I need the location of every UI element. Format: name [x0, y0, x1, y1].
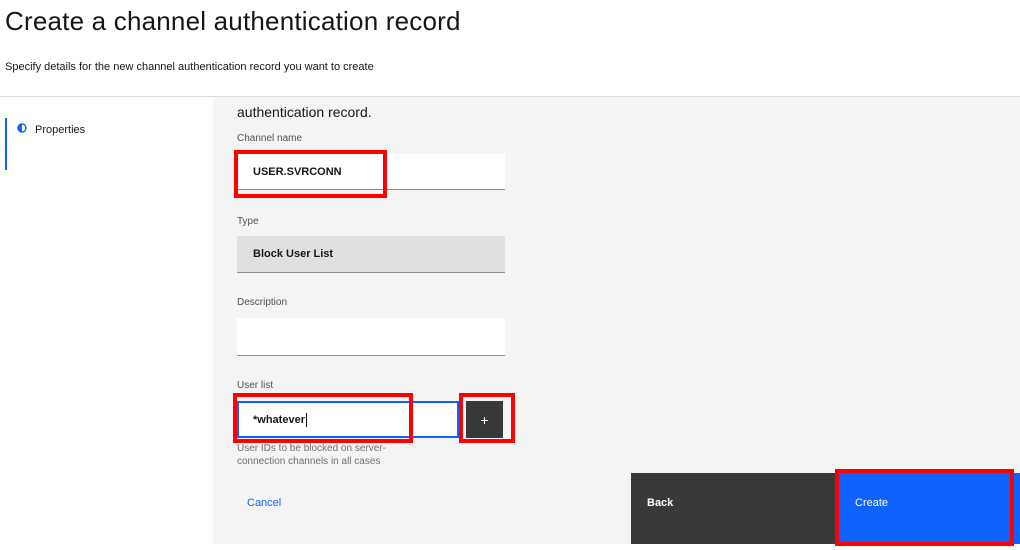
- user-list-input[interactable]: *whatever: [237, 401, 459, 438]
- add-user-button[interactable]: +: [466, 401, 503, 438]
- description-label: Description: [237, 297, 288, 308]
- create-label: Create: [855, 497, 889, 509]
- cancel-label: Cancel: [247, 497, 282, 509]
- page-subtitle: Specify details for the new channel auth…: [5, 61, 374, 73]
- back-label: Back: [647, 497, 674, 509]
- channel-name-field[interactable]: USER.SVRCONN: [237, 154, 505, 190]
- type-field: Block User List: [237, 236, 505, 273]
- user-list-label: User list: [237, 380, 274, 391]
- type-label: Type: [237, 216, 259, 227]
- user-list-helper-text: User IDs to be blocked on server-connect…: [237, 443, 386, 467]
- channel-name-label: Channel name: [237, 133, 303, 144]
- channel-name-value: USER.SVRCONN: [253, 165, 342, 178]
- description-field[interactable]: [237, 318, 505, 356]
- page-title: Create a channel authentication record: [5, 6, 461, 36]
- nav-item-label: Properties: [35, 124, 86, 136]
- cancel-button[interactable]: Cancel: [213, 473, 631, 544]
- footer-actions: Cancel Back Create: [213, 473, 1020, 544]
- nav-active-indicator: [5, 118, 7, 170]
- nav-item-properties[interactable]: Properties: [5, 118, 205, 170]
- create-button[interactable]: Create: [839, 473, 1020, 544]
- side-nav: Properties: [0, 97, 213, 550]
- back-button[interactable]: Back: [631, 473, 839, 544]
- user-list-value: *whatever: [253, 413, 305, 426]
- half-circle-icon: [17, 123, 27, 133]
- form-intro: authentication record.: [237, 104, 372, 120]
- type-value: Block User List: [253, 248, 334, 260]
- text-caret: [305, 412, 307, 427]
- form-panel: authentication record. Channel name USER…: [213, 97, 1020, 473]
